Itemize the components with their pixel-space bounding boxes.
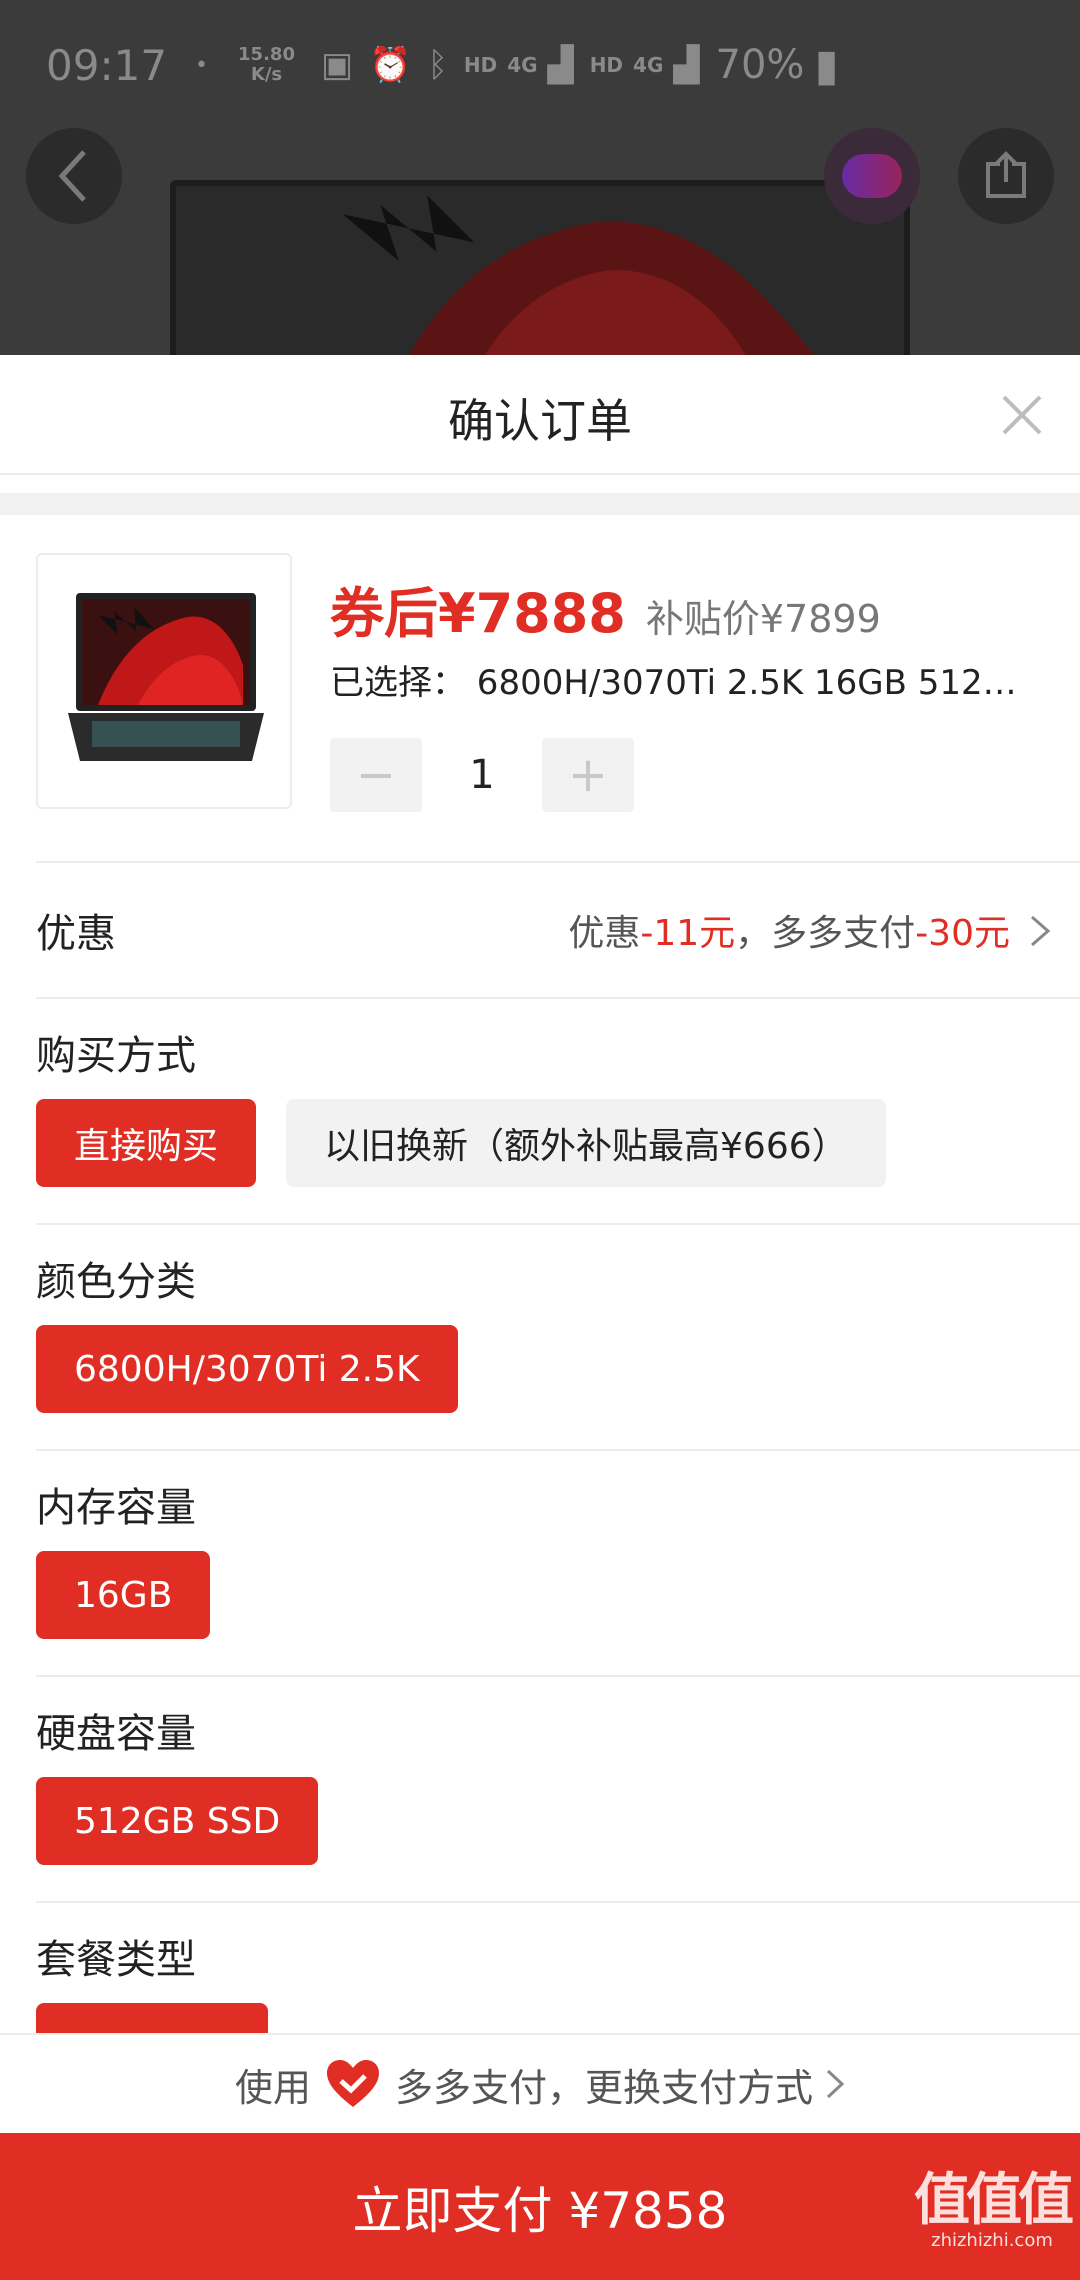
sheet-title: 确认订单 bbox=[448, 394, 632, 448]
memory-options: 16GB bbox=[36, 1551, 240, 1639]
payment-use-label: 使用 bbox=[234, 2065, 311, 2110]
status-time: 09:17 bbox=[46, 40, 168, 90]
status-bar: 09:17 • 15.80 K/s ▣ ⏰ ᛒ HD 4G ▟ HD 4G ▟ … bbox=[0, 0, 1080, 130]
purchase-method-label: 购买方式 bbox=[36, 1033, 196, 1079]
signal-icon-1: ▟ bbox=[547, 45, 574, 85]
chevron-right-icon bbox=[826, 2069, 845, 2099]
alarm-icon: ⏰ bbox=[369, 45, 412, 85]
subsidy-price: 补贴价¥7899 bbox=[645, 597, 881, 641]
purchase-method-section: 购买方式 直接购买 以旧换新（额外补贴最高¥666） bbox=[36, 999, 1080, 1225]
discount-summary: 优惠-11元，多多支付-30元 bbox=[568, 904, 1010, 956]
bluetooth-icon: ᛒ bbox=[427, 45, 448, 85]
discount-amount-1: -11元 bbox=[640, 913, 736, 954]
option-color[interactable]: 6800H/3070Ti 2.5K bbox=[36, 1325, 458, 1413]
memory-section: 内存容量 16GB bbox=[36, 1451, 1080, 1677]
color-options: 6800H/3070Ti 2.5K bbox=[36, 1325, 488, 1413]
network-speed-value: 15.80 bbox=[238, 44, 295, 65]
product-summary: 券后¥7888 补贴价¥7899 已选择： 6800H/3070Ti 2.5K … bbox=[36, 533, 1080, 863]
discount-amount-2: -30元 bbox=[915, 913, 1010, 954]
sheet-header: 确认订单 bbox=[0, 355, 1080, 475]
watermark: 值值值 zhizhizhi.com bbox=[914, 2155, 1074, 2251]
discount-text-1: 优惠 bbox=[568, 913, 641, 954]
quantity-stepper: − 1 + bbox=[330, 738, 634, 812]
memory-label: 内存容量 bbox=[36, 1485, 196, 1531]
battery-icon: ▮ bbox=[814, 39, 839, 91]
network-speed-unit: K/s bbox=[250, 64, 283, 85]
payment-method-text: 多多支付，更换支付方式 bbox=[395, 2065, 814, 2110]
price-row: 券后¥7888 补贴价¥7899 bbox=[330, 569, 881, 648]
option-direct-buy[interactable]: 直接购买 bbox=[36, 1099, 257, 1187]
disk-options: 512GB SSD bbox=[36, 1777, 348, 1865]
network-type-2: 4G bbox=[633, 53, 664, 77]
share-icon bbox=[986, 151, 1026, 198]
discount-row[interactable]: 优惠 优惠-11元，多多支付-30元 bbox=[36, 863, 1080, 999]
chevron-left-icon bbox=[58, 150, 86, 202]
option-trade-in[interactable]: 以旧换新（额外补贴最高¥666） bbox=[286, 1099, 886, 1187]
confirm-order-sheet: 确认订单 券后¥7888 补贴价¥7899 已选择： 6800H/3070Ti … bbox=[0, 355, 1080, 2280]
network-speed: 15.80 K/s bbox=[238, 45, 295, 85]
watermark-url: zhizhizhi.com bbox=[931, 2230, 1053, 2251]
package-label: 套餐类型 bbox=[36, 1937, 196, 1983]
discount-text-2: ，多多支付 bbox=[735, 913, 916, 954]
signal-icon-2: ▟ bbox=[673, 45, 700, 85]
close-icon[interactable] bbox=[1000, 393, 1044, 437]
duoduo-pay-icon bbox=[327, 2060, 379, 2107]
selected-spec: 已选择： 6800H/3070Ti 2.5K 16GB 512… bbox=[330, 663, 1017, 703]
laptop-image bbox=[68, 593, 264, 761]
dragon-artwork bbox=[342, 195, 819, 360]
quantity-value: 1 bbox=[469, 752, 495, 798]
background-product-image bbox=[170, 180, 910, 360]
hd-label-1: HD bbox=[463, 53, 498, 77]
option-memory[interactable]: 16GB bbox=[36, 1551, 211, 1639]
color-section: 颜色分类 6800H/3070Ti 2.5K bbox=[36, 1225, 1080, 1451]
product-thumbnail[interactable] bbox=[36, 553, 292, 809]
background-product-page: 09:17 • 15.80 K/s ▣ ⏰ ᛒ HD 4G ▟ HD 4G ▟ … bbox=[0, 0, 1080, 360]
status-dot: • bbox=[195, 52, 209, 78]
back-button[interactable] bbox=[26, 128, 122, 224]
brand-button[interactable] bbox=[824, 128, 920, 224]
increase-button[interactable]: + bbox=[542, 738, 634, 812]
decrease-button[interactable]: − bbox=[330, 738, 422, 812]
brand-logo-icon bbox=[842, 154, 902, 198]
disk-section: 硬盘容量 512GB SSD bbox=[36, 1677, 1080, 1903]
share-button[interactable] bbox=[958, 128, 1054, 224]
watermark-logo: 值值值 bbox=[914, 2168, 1074, 2233]
battery-percent: 70% bbox=[715, 42, 805, 88]
discount-label: 优惠 bbox=[36, 911, 116, 957]
purchase-method-options: 直接购买 以旧换新（额外补贴最高¥666） bbox=[36, 1099, 916, 1187]
coupon-price: 券后¥7888 bbox=[330, 582, 626, 645]
color-label: 颜色分类 bbox=[36, 1259, 196, 1305]
payment-method-bar[interactable]: 使用 多多支付，更换支付方式 bbox=[0, 2033, 1080, 2133]
option-disk[interactable]: 512GB SSD bbox=[36, 1777, 319, 1865]
chevron-right-icon bbox=[1031, 915, 1051, 947]
disk-label: 硬盘容量 bbox=[36, 1711, 196, 1757]
section-divider bbox=[0, 493, 1080, 533]
network-type-1: 4G bbox=[507, 53, 538, 77]
battery-saver-icon: ▣ bbox=[320, 45, 354, 85]
hd-label-2: HD bbox=[589, 53, 624, 77]
